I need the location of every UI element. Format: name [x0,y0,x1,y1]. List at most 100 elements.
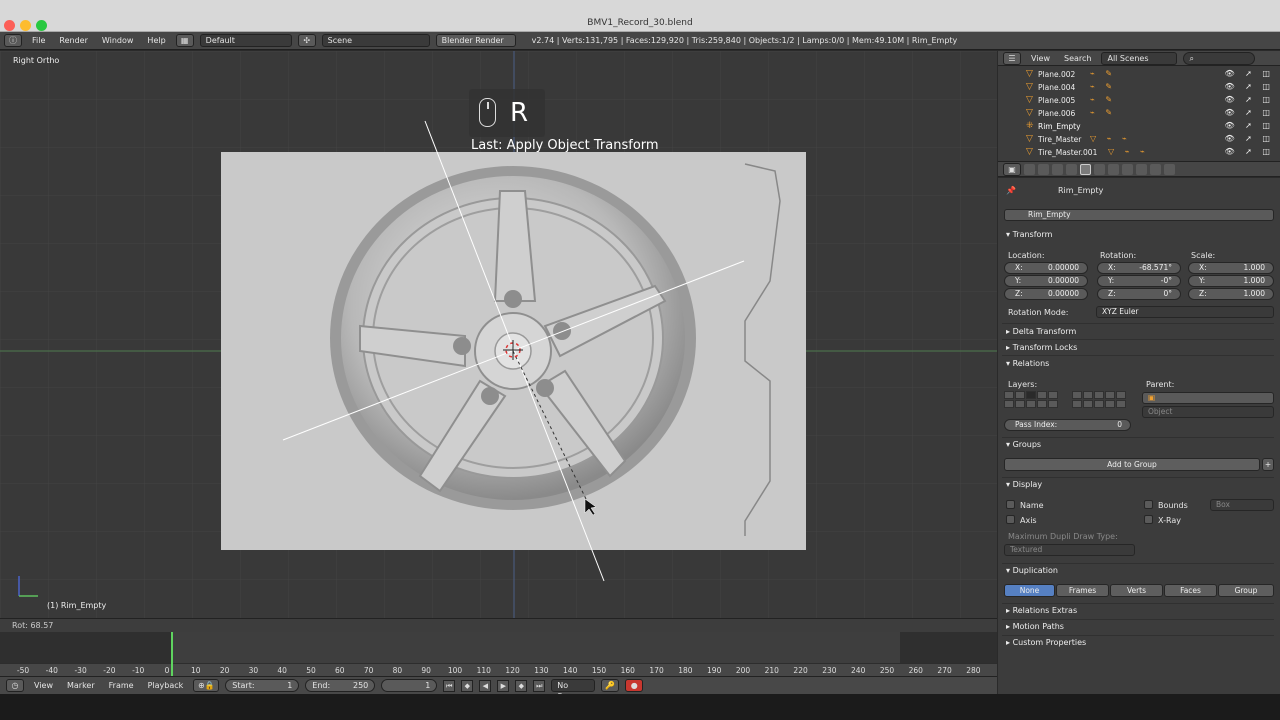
end-frame-field[interactable]: End: 250 [305,679,376,692]
panel-transform-locks-header[interactable]: ▸ Transform Locks [1006,343,1077,352]
outliner-item[interactable]: ▽ Plane.006 ⌁ ✎ 👁 ➚ ◫ [998,107,1274,120]
duplication-none-button[interactable]: None [1004,584,1055,597]
jump-end-button[interactable]: ⏭ [533,679,546,692]
visibility-icons[interactable]: 👁 ➚ ◫ [1224,69,1274,78]
location-x-field[interactable]: X: 0.00000 [1004,262,1088,274]
particles-tab-icon[interactable] [1150,163,1161,175]
panel-relations-extras-header[interactable]: ▸ Relations Extras [1006,606,1077,615]
object-tab-icon[interactable] [1080,163,1091,175]
duplication-faces-button[interactable]: Faces [1164,584,1217,597]
display-name-checkbox[interactable] [1006,500,1015,509]
rotation-z-field[interactable]: Z: 0° [1097,288,1181,300]
object-name-field[interactable]: Rim_Empty [1004,209,1274,221]
outliner-display-mode-select[interactable]: All Scenes [1101,51,1178,65]
prev-keyframe-button[interactable]: ◆ [461,679,474,692]
scene-icon[interactable]: ✣ [297,34,316,47]
render-engine-select[interactable]: Blender Render [435,34,516,47]
scale-y-field[interactable]: Y: 1.000 [1188,275,1274,287]
frame-cursor[interactable] [171,632,173,676]
outliner-item[interactable]: ▽ Plane.005 ⌁ ✎ 👁 ➚ ◫ [998,94,1274,107]
duplication-group-button[interactable]: Group [1218,584,1274,597]
visibility-icons[interactable]: 👁 ➚ ◫ [1224,82,1274,91]
bounds-type-select[interactable]: Box [1210,499,1274,511]
panel-motion-paths-header[interactable]: ▸ Motion Paths [1006,622,1064,631]
rotation-mode-select[interactable]: XYZ Euler [1096,306,1274,318]
panel-duplication-header[interactable]: ▾ Duplication [1006,566,1058,575]
outliner-editor-type-icon[interactable]: ☰ [1003,51,1021,65]
outliner-menu-view[interactable]: View [1027,54,1054,63]
outliner-item[interactable]: ▽ Tire_Master.001 ▽ ⌁ ⌁ 👁 ➚ ◫ [998,146,1274,159]
visibility-icons[interactable]: 👁 ➚ ◫ [1224,108,1274,117]
scene-tab-icon[interactable] [1052,163,1063,175]
display-bounds-checkbox[interactable] [1144,500,1153,509]
outliner-menu-search[interactable]: Search [1060,54,1095,63]
current-frame-field[interactable]: 1 [381,679,438,692]
scene-field[interactable]: Scene [321,34,430,47]
screen-layout-field[interactable]: Default [199,34,292,47]
outliner-item[interactable]: ▽ Tire_Master ▽ ⌁ ⌁ 👁 ➚ ◫ [998,133,1274,146]
outliner-search-input[interactable]: ⌕ [1183,51,1256,65]
display-xray-checkbox[interactable] [1144,515,1153,524]
render-layers-tab-icon[interactable] [1038,163,1049,175]
parent-field[interactable]: ▣ [1142,392,1274,404]
auto-keyframe-record-icon[interactable]: ● [625,679,644,692]
data-tab-icon[interactable] [1108,163,1119,175]
outliner-item[interactable]: ▽ Plane.002 ⌁ ✎ 👁 ➚ ◫ [998,68,1274,81]
display-axis-checkbox[interactable] [1006,515,1015,524]
constraints-tab-icon[interactable] [1094,163,1105,175]
scale-z-field[interactable]: Z: 1.000 [1188,288,1274,300]
duplication-verts-button[interactable]: Verts [1110,584,1163,597]
max-dupli-draw-select[interactable]: Textured [1004,544,1135,556]
outliner-item-selected[interactable]: ⁜ Rim_Empty 👁 ➚ ◫ [998,120,1274,133]
modifiers-tab-icon[interactable] [1164,163,1175,175]
scale-x-field[interactable]: X: 1.000 [1188,262,1274,274]
pass-index-field[interactable]: Pass Index: 0 [1004,419,1131,431]
start-frame-field[interactable]: Start: 1 [225,679,300,692]
location-y-field[interactable]: Y: 0.00000 [1004,275,1088,287]
properties-editor-type-icon[interactable]: ▣ [1003,162,1021,176]
panel-custom-properties-header[interactable]: ▸ Custom Properties [1006,638,1086,647]
texture-tab-icon[interactable] [1122,163,1133,175]
jump-start-button[interactable]: ⏮ [443,679,456,692]
visibility-icons[interactable]: 👁 ➚ ◫ [1224,121,1274,130]
menu-file[interactable]: File [28,36,49,45]
pin-icon[interactable]: 📌 [1006,186,1016,195]
panel-display-header[interactable]: ▾ Display [1006,480,1042,489]
timeline-menu-frame[interactable]: Frame [105,681,138,690]
sync-mode-select[interactable]: No Sync [551,679,596,701]
duplication-frames-button[interactable]: Frames [1056,584,1109,597]
new-group-icon[interactable]: + [1262,458,1274,471]
rotation-x-field[interactable]: X: -68.571° [1097,262,1181,274]
visibility-icons[interactable]: 👁 ➚ ◫ [1224,134,1274,143]
timeline-ruler[interactable]: -50 -40 -30 -20 -10 0 10 20 30 40 50 60 70 80 90 100 110… [0,663,997,676]
world-tab-icon[interactable] [1066,163,1077,175]
preview-range-toggle[interactable]: ⊕🔒 [193,679,220,692]
panel-groups-header[interactable]: ▾ Groups [1006,440,1041,449]
menu-render[interactable]: Render [55,36,91,45]
visibility-icons[interactable]: 👁 ➚ ◫ [1224,95,1274,104]
menu-help[interactable]: Help [143,36,169,45]
location-z-field[interactable]: Z: 0.00000 [1004,288,1088,300]
info-editor-type-icon[interactable]: ⓘ [4,34,22,47]
timeline-editor-type-icon[interactable]: ◷ [6,679,24,692]
outliner[interactable]: ▽ Plane.002 ⌁ ✎ 👁 ➚ ◫ ▽ Plane.004 ⌁ ✎ 👁 … [998,66,1280,161]
keying-set-icon[interactable]: 🔑 [601,679,620,692]
wheel-rim[interactable] [330,166,696,510]
physics-tab-icon[interactable] [1136,163,1147,175]
screen-layout-icon[interactable]: ▦ [175,34,194,47]
timeline-menu-marker[interactable]: Marker [63,681,99,690]
timeline-menu-view[interactable]: View [30,681,57,690]
panel-transform-header[interactable]: ▾ Transform [1006,230,1052,239]
visibility-icons[interactable]: 👁 ➚ ◫ [1224,147,1274,156]
parent-type-select[interactable]: Object [1142,406,1274,418]
outliner-item[interactable]: ▽ Plane.004 ⌁ ✎ 👁 ➚ ◫ [998,81,1274,94]
rotation-y-field[interactable]: Y: -0° [1097,275,1181,287]
panel-delta-transform-header[interactable]: ▸ Delta Transform [1006,327,1076,336]
add-to-group-button[interactable]: Add to Group [1004,458,1260,471]
render-tab-icon[interactable] [1024,163,1035,175]
panel-relations-header[interactable]: ▾ Relations [1006,359,1049,368]
play-button[interactable]: ▶ [497,679,510,692]
timeline-editor[interactable]: -50 -40 -30 -20 -10 0 10 20 30 40 50 60 70 80 90 100 110… [0,632,997,676]
timeline-menu-playback[interactable]: Playback [144,681,188,690]
play-reverse-button[interactable]: ◀ [479,679,492,692]
